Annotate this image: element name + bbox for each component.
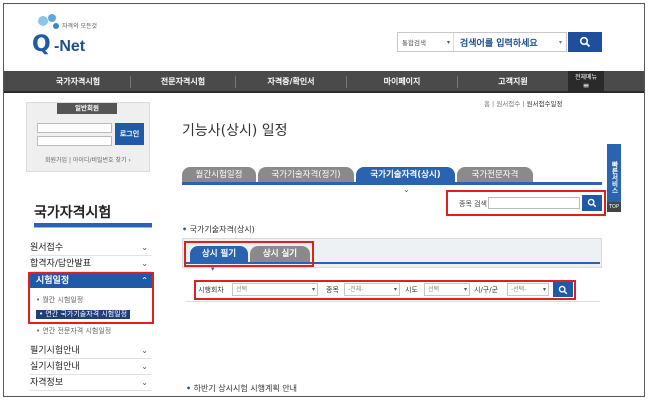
tab-underline bbox=[182, 182, 602, 185]
chevron-down-icon: ⌄ bbox=[141, 346, 148, 355]
logo-bubble-icon bbox=[48, 14, 56, 22]
page-title: 기능사(상시) 일정 bbox=[182, 123, 288, 139]
sidebar-item-label: 필기시험안내 bbox=[30, 346, 80, 356]
bullet-icon: • bbox=[182, 225, 188, 234]
chevron-down-icon: ⌄ bbox=[141, 243, 148, 252]
sidebar-title-underline-accent bbox=[34, 227, 152, 228]
nav-item-mypage[interactable]: 마이페이지 bbox=[347, 71, 457, 93]
chevron-down-icon: ⌄ bbox=[141, 378, 148, 387]
sidebar-item-label: 원서접수 bbox=[30, 243, 64, 253]
sidebar-item-written-exam[interactable]: 필기시험안내 ⌄ bbox=[30, 343, 152, 359]
search-icon bbox=[579, 36, 591, 48]
highlight-box-filters bbox=[194, 280, 576, 300]
global-search-input[interactable]: 검색어를 입력하세요 ▾ bbox=[454, 36, 566, 49]
qnet-logo[interactable]: 자격의 모든것 Q -Net bbox=[26, 14, 106, 64]
sidebar-item-label: 자격정보 bbox=[30, 378, 64, 388]
tab-technical-continuous[interactable]: 국가기술자격(상시) bbox=[356, 167, 455, 183]
nav-item-support[interactable]: 고객지원 bbox=[458, 71, 568, 93]
chevron-down-icon: ⌄ bbox=[141, 259, 148, 268]
main-navbar: 국가자격시험 전문자격시험 자격증/확인서 마이페이지 고객지원 전체메뉴 ≡ bbox=[4, 71, 644, 93]
breadcrumb-home[interactable]: 홈 bbox=[484, 100, 490, 108]
bottom-section-label-text: 하반기 상시시험 시행계획 안내 bbox=[193, 384, 297, 393]
page-frame: 자격의 모든것 Q -Net 통합검색 ▾ 검색어를 입력하세요 ▾ 국가자격시… bbox=[3, 3, 645, 397]
login-password-input[interactable] bbox=[37, 136, 112, 146]
login-links[interactable]: 회원가입 | 아이디/비밀번호 찾기 › bbox=[45, 155, 131, 164]
hamburger-icon: ≡ bbox=[582, 81, 590, 90]
scroll-top-button[interactable]: TOP bbox=[607, 202, 621, 212]
login-panel: 일반회원 로그인 회원가입 | 아이디/비밀번호 찾기 › bbox=[26, 102, 150, 172]
quick-service-button[interactable]: 빠른서비스 bbox=[607, 144, 621, 210]
breadcrumb: 홈 | 원서접수 | 원서접수일정 bbox=[484, 100, 563, 108]
sidebar-subitem-annual-professional[interactable]: • 연간 전문자격 시험일정 bbox=[36, 326, 111, 336]
chevron-down-icon: ▾ bbox=[558, 38, 562, 46]
logo-bubble-icon bbox=[53, 23, 59, 29]
bullet-icon: • bbox=[186, 384, 192, 393]
global-search-bar: 통합검색 ▾ 검색어를 입력하세요 ▾ bbox=[397, 32, 567, 52]
chevron-down-icon: ⌄ bbox=[403, 185, 410, 194]
sidebar-item-label: 합격자/답안발표 bbox=[30, 259, 91, 269]
nav-item-national-exam[interactable]: 국가자격시험 bbox=[26, 71, 130, 93]
tab-monthly-schedule[interactable]: 월간시험일정 bbox=[182, 167, 256, 183]
highlight-box-subtabs bbox=[184, 241, 314, 267]
section-label-text: 국가기술자격(상시) bbox=[189, 225, 255, 234]
logo-tagline: 자격의 모든것 bbox=[62, 23, 98, 30]
search-icon bbox=[587, 198, 597, 208]
sidebar-item-qualification-info[interactable]: 자격정보 ⌄ bbox=[30, 375, 152, 391]
sidebar-item-label: 실기시험안내 bbox=[30, 362, 80, 372]
sidebar-item-results[interactable]: 합격자/답안발표 ⌄ bbox=[30, 256, 152, 272]
breadcrumb-level1[interactable]: 원서접수 bbox=[496, 100, 520, 108]
search-placeholder: 검색어를 입력하세요 bbox=[460, 38, 538, 49]
item-search-button[interactable] bbox=[582, 195, 602, 211]
chevron-down-icon: ▾ bbox=[446, 38, 450, 46]
login-id-input[interactable] bbox=[37, 123, 112, 133]
item-search-label: 종목 검색 bbox=[459, 200, 487, 208]
nav-item-professional-exam[interactable]: 전문자격시험 bbox=[131, 71, 235, 93]
search-scope-label: 통합검색 bbox=[402, 39, 426, 47]
sidebar-item-practical-exam[interactable]: 실기시험안내 ⌄ bbox=[30, 359, 152, 375]
tab-technical-regular[interactable]: 국가기술자격(정기) bbox=[258, 167, 354, 183]
logo-net: -Net bbox=[54, 38, 86, 55]
tab-professional[interactable]: 국가전문자격 bbox=[457, 167, 533, 183]
chevron-down-icon: ⌄ bbox=[141, 362, 148, 371]
item-search-input[interactable] bbox=[488, 197, 580, 209]
logo-q: Q bbox=[32, 32, 51, 57]
highlight-box-schedule-menu bbox=[28, 272, 154, 324]
search-scope-select[interactable]: 통합검색 ▾ bbox=[398, 33, 454, 51]
sidebar-item-application[interactable]: 원서접수 ⌄ bbox=[30, 240, 152, 256]
section-label: • 국가기술자격(상시) bbox=[182, 224, 255, 235]
breadcrumb-current: 원서접수일정 bbox=[526, 100, 563, 108]
global-search-button[interactable] bbox=[568, 32, 602, 52]
bottom-section-label: • 하반기 상시시험 시행계획 안내 bbox=[186, 383, 297, 394]
all-menu-button[interactable]: 전체메뉴 ≡ bbox=[568, 71, 604, 93]
nav-item-certificate[interactable]: 자격증/확인서 bbox=[236, 71, 346, 93]
login-button[interactable]: 로그인 bbox=[115, 123, 144, 145]
sidebar-title: 국가자격시험 bbox=[34, 205, 112, 221]
login-header: 일반회원 bbox=[57, 103, 117, 114]
logo-bubble-icon bbox=[38, 16, 48, 26]
